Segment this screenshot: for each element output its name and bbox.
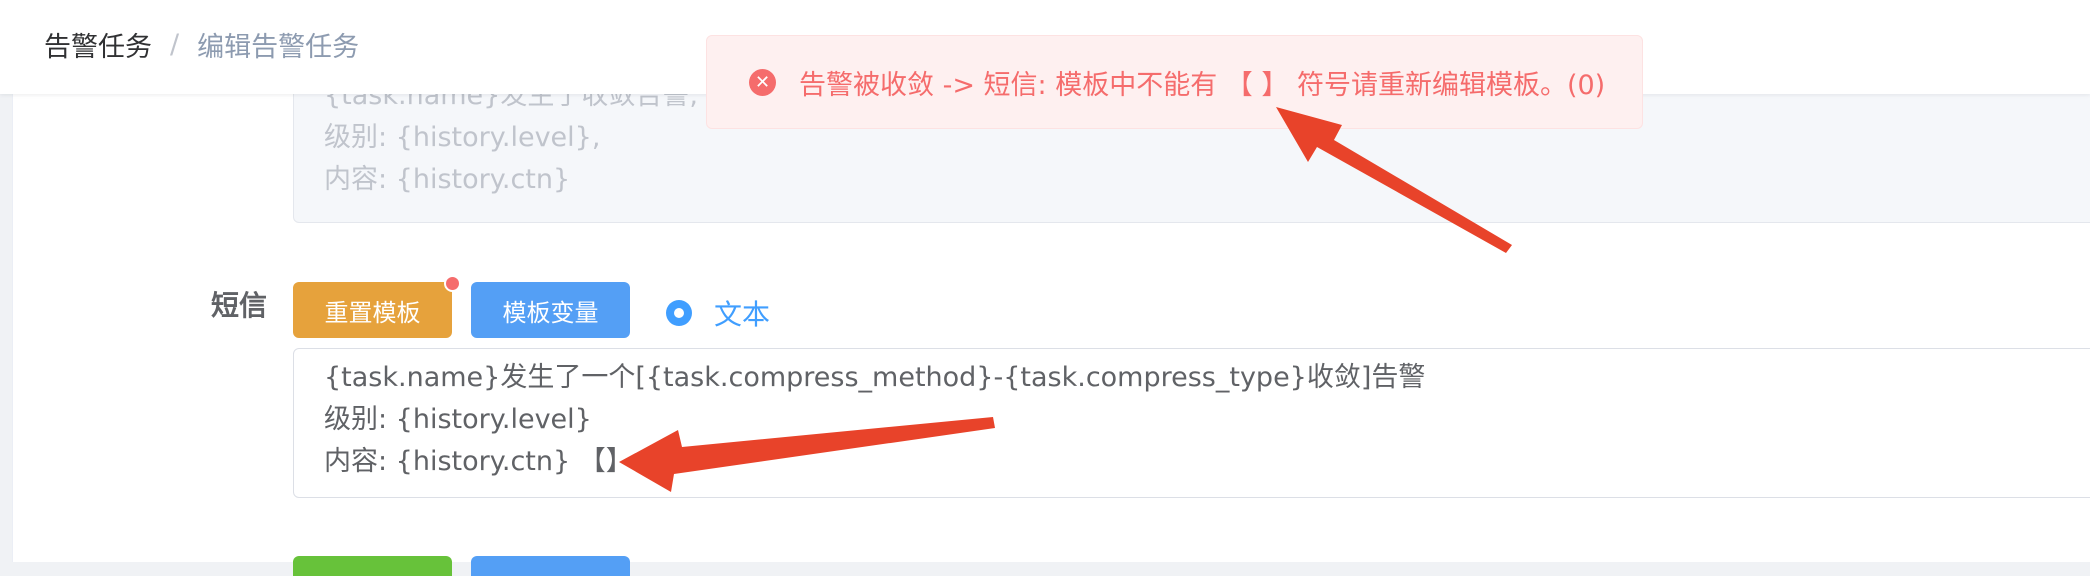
save-button[interactable] (293, 556, 452, 576)
form-content: {task.name}发生了收敛告警, 级别: {history.level},… (12, 74, 2090, 576)
breadcrumb-item-alert-tasks[interactable]: 告警任务 (44, 25, 152, 64)
breadcrumb-item-edit-task: 编辑告警任务 (197, 31, 360, 63)
error-message-toast: ✕ 告警被收敛 -> 短信: 模板中不能有 【 】 符号请重新编辑模板。(0) (706, 35, 1643, 129)
template-line: 级别: {history.level} (324, 404, 592, 435)
sms-field-label: 短信 (211, 289, 268, 322)
radio-selected-icon[interactable] (666, 300, 692, 326)
reset-template-button[interactable]: 重置模板 (293, 282, 452, 338)
close-circle-icon: ✕ (749, 68, 776, 96)
breadcrumb: 告警任务 / 编辑告警任务 (44, 24, 359, 64)
template-variables-button[interactable]: 模板变量 (471, 282, 630, 338)
secondary-action-button[interactable] (471, 556, 630, 576)
notification-dot (444, 275, 461, 292)
error-message-text: 告警被收敛 -> 短信: 模板中不能有 【 】 符号请重新编辑模板。(0) (799, 69, 1606, 101)
radio-label[interactable]: 文本 (714, 293, 770, 333)
template-line: 内容: {history.ctn} 【】 (324, 446, 633, 477)
sms-template-textarea[interactable]: {task.name}发生了一个[{task.compress_method}-… (293, 348, 2090, 498)
template-line: 内容: {history.ctn} (324, 164, 571, 195)
text-mode-radio[interactable]: 文本 (666, 293, 770, 333)
template-line: {task.name}发生了一个[{task.compress_method}-… (324, 362, 1426, 393)
breadcrumb-separator: / (170, 28, 180, 60)
